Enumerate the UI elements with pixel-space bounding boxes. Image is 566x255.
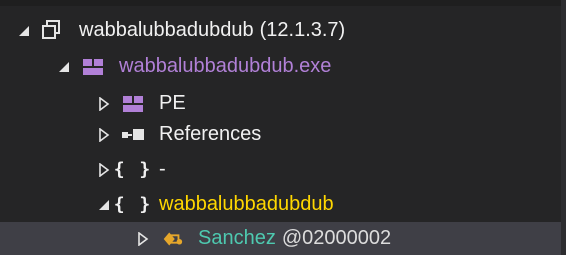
assembly-explorer: wabbalubbadubdub (12.1.3.7) wabbalubbadu… xyxy=(0,0,566,255)
class-icon xyxy=(160,229,184,249)
collapsed-triangle-icon[interactable] xyxy=(97,162,111,177)
module-icon xyxy=(81,57,105,77)
root-name: wabbalubbadubdub xyxy=(79,19,254,41)
assembly-icon xyxy=(41,19,65,41)
namespace-icon: { } xyxy=(113,194,153,215)
pe-icon xyxy=(121,94,145,114)
tree-node-references[interactable]: References xyxy=(0,118,561,151)
namespace-empty-label: - xyxy=(159,158,166,180)
expanded-triangle-icon[interactable] xyxy=(17,24,31,38)
namespace-icon: { } xyxy=(113,159,153,180)
tree-node-class-selected[interactable]: Sanchez @02000002 xyxy=(0,222,561,255)
tree-node-root[interactable]: wabbalubbadubdub (12.1.3.7) xyxy=(0,14,561,47)
collapsed-triangle-icon[interactable] xyxy=(97,96,111,111)
expanded-triangle-icon[interactable] xyxy=(57,60,71,74)
collapsed-triangle-icon[interactable] xyxy=(97,127,111,142)
module-label: wabbalubbadubdub.exe xyxy=(119,55,332,77)
right-edge xyxy=(561,0,566,255)
collapsed-triangle-icon[interactable] xyxy=(136,231,150,246)
namespace-label: wabbalubbadubdub xyxy=(159,193,334,215)
expanded-triangle-icon[interactable] xyxy=(97,198,111,212)
pe-label: PE xyxy=(159,92,186,114)
references-icon xyxy=(121,125,145,145)
top-strip xyxy=(0,0,566,6)
class-token: @02000002 xyxy=(281,227,392,249)
tree-node-namespace[interactable]: { } wabbalubbadubdub xyxy=(0,188,561,221)
references-label: References xyxy=(159,123,262,145)
tree-node-namespace-empty[interactable]: { } - xyxy=(0,153,561,186)
tree-node-module[interactable]: wabbalubbadubdub.exe xyxy=(0,50,561,83)
tree-node-pe[interactable]: PE xyxy=(0,87,561,120)
root-version: (12.1.3.7) xyxy=(259,19,346,41)
class-label: Sanchez xyxy=(198,227,276,249)
